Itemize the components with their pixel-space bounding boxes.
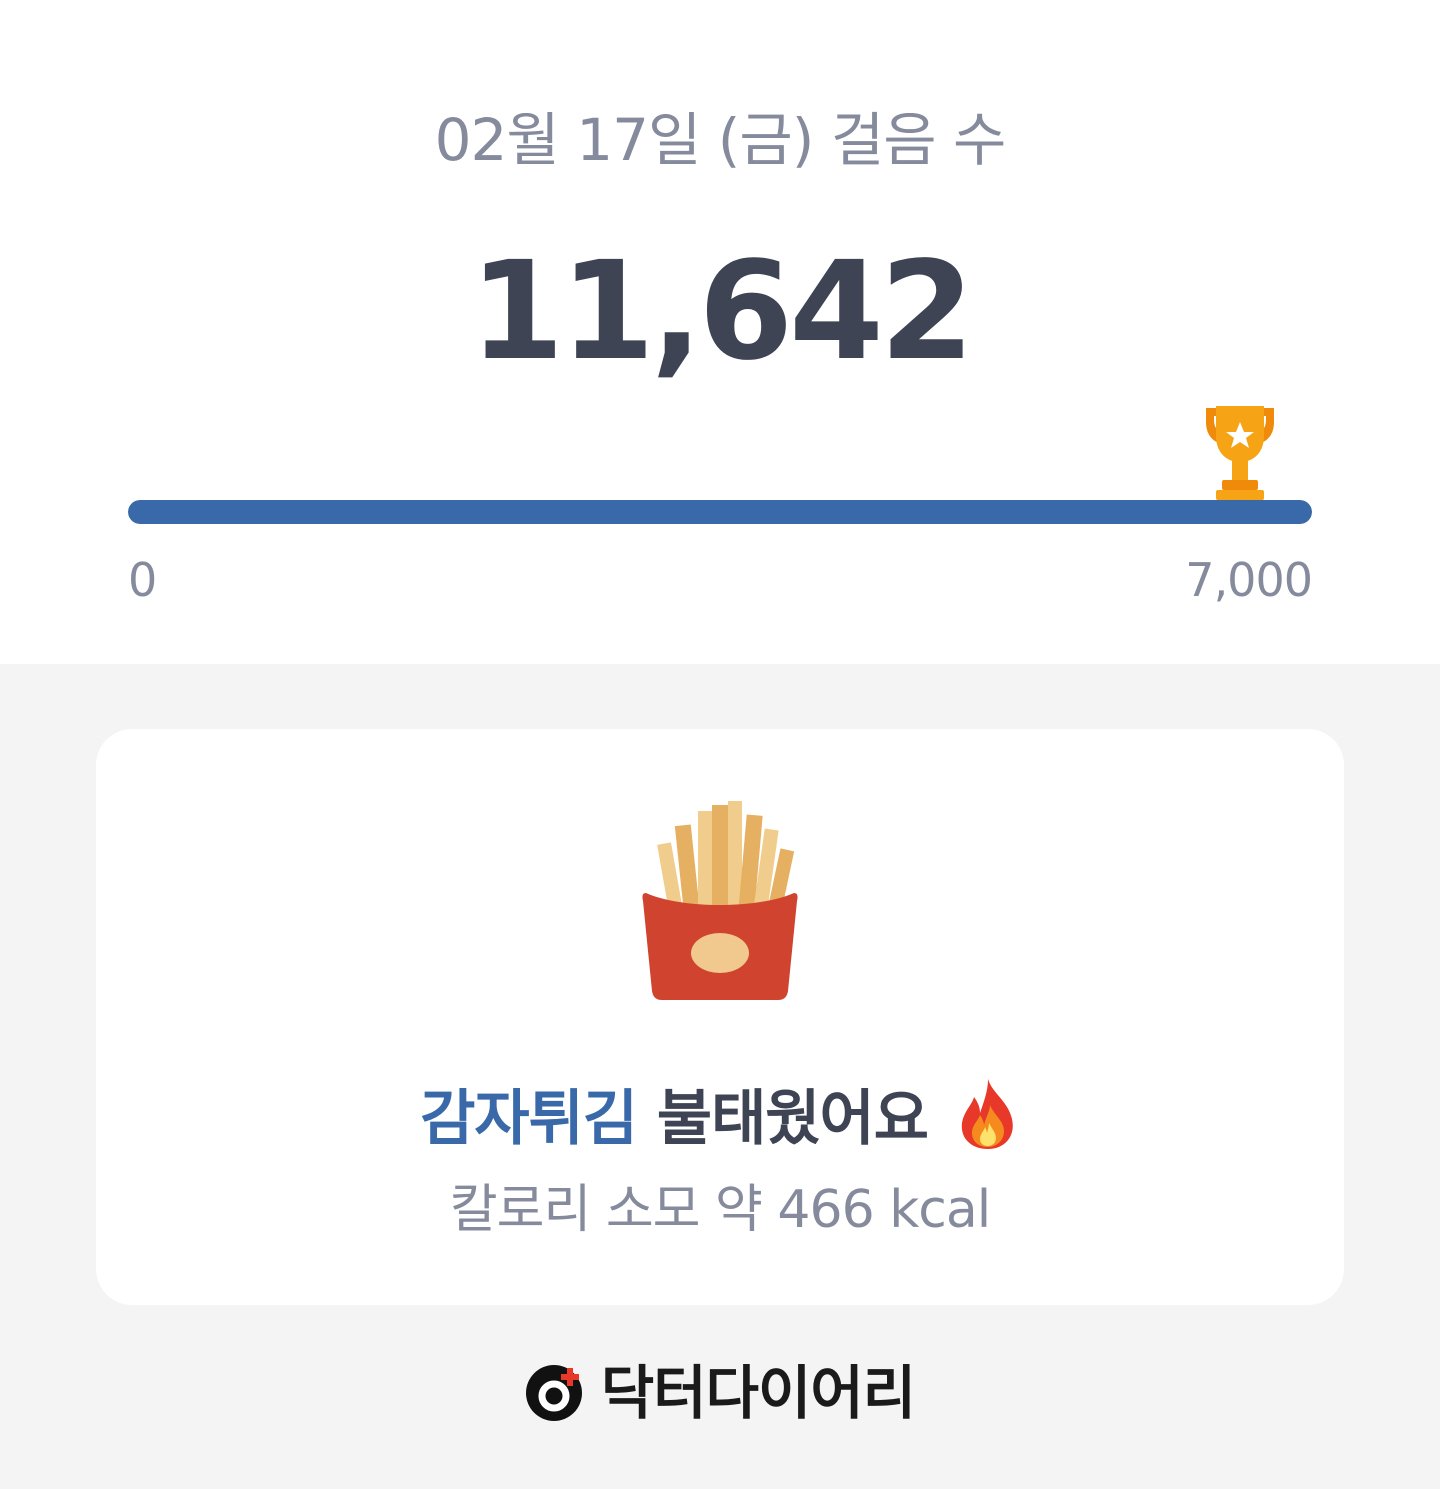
steps-summary-section: 02월 17일 (금) 걸음 수 11,642 0 7,000 bbox=[0, 0, 1440, 664]
progress-min-label: 0 bbox=[128, 553, 158, 607]
brand-name: 닥터다이어리 bbox=[600, 1359, 916, 1427]
steps-count: 11,642 bbox=[469, 233, 975, 391]
burned-text: 불태웠어요 bbox=[656, 1084, 929, 1154]
food-name: 감자튀김 bbox=[420, 1084, 638, 1154]
calorie-burned-text: 칼로리 소모 약 466 kcal bbox=[449, 1180, 991, 1240]
burn-message: 감자튀김 불태웠어요 bbox=[96, 1077, 1344, 1159]
brand-footer: 닥터다이어리 bbox=[0, 1358, 1440, 1438]
progress-goal-label: 7,000 bbox=[1185, 553, 1313, 607]
steps-progress-fill bbox=[128, 500, 1312, 524]
doctor-diary-logo-icon bbox=[525, 1365, 582, 1421]
trophy-icon bbox=[1206, 406, 1274, 500]
fire-icon bbox=[961, 1079, 1013, 1149]
french-fries-icon bbox=[642, 801, 798, 1000]
calorie-burn-card: 감자튀김 불태웠어요 칼로리 소모 약 466 kcal bbox=[96, 729, 1344, 1305]
steps-progress-bar bbox=[128, 500, 1312, 524]
date-title: 02월 17일 (금) 걸음 수 bbox=[434, 106, 1007, 174]
